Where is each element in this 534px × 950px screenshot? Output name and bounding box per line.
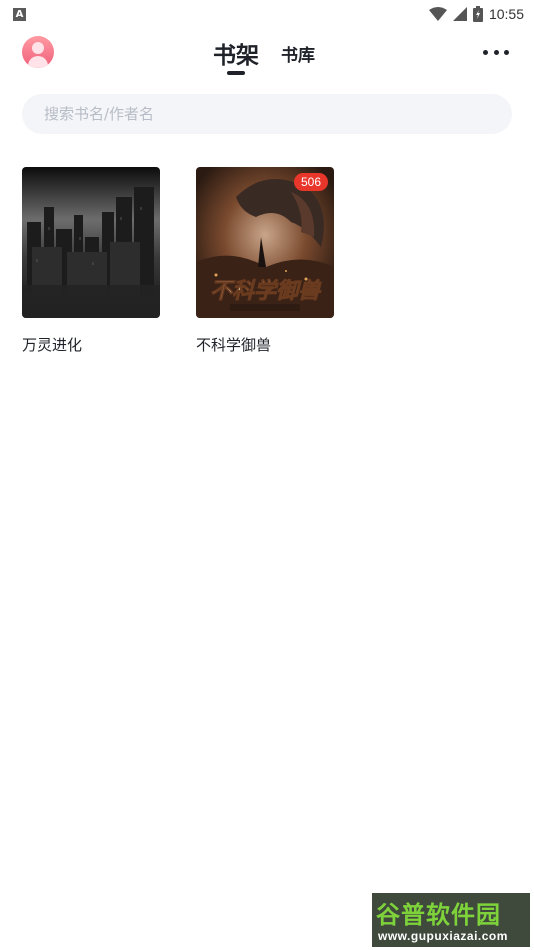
status-indicators: 10:55 [428, 4, 524, 24]
active-tab-indicator [227, 71, 245, 75]
book-cover-image [22, 167, 160, 318]
notification-icon: A [13, 8, 26, 21]
wifi-icon [428, 7, 447, 21]
book-cover[interactable] [22, 167, 160, 318]
search-bar[interactable] [22, 94, 512, 134]
top-header: 书架 书库 [0, 28, 534, 84]
battery-charging-icon [472, 6, 483, 22]
more-dot [493, 49, 499, 55]
book-cover[interactable]: 不科学御兽 506 [196, 167, 334, 318]
avatar[interactable] [22, 36, 54, 68]
tab-bookshelf[interactable]: 书架 [213, 36, 259, 70]
avatar-body-shape [28, 56, 48, 68]
status-bar: A 10:55 [0, 0, 534, 28]
svg-text:不科学御兽: 不科学御兽 [210, 278, 322, 304]
watermark-url: www.gupuxiazai.com [378, 929, 508, 943]
book-title[interactable]: 万灵进化 [22, 334, 164, 355]
update-count-badge: 506 [293, 173, 328, 191]
cellular-signal-icon [452, 7, 467, 21]
site-watermark: 谷普软件园 www.gupuxiazai.com [372, 893, 530, 947]
book-item[interactable]: 万灵进化 [22, 167, 164, 355]
tab-library[interactable]: 书库 [281, 41, 315, 66]
more-dot [504, 49, 509, 55]
clock: 10:55 [488, 6, 524, 22]
more-dot [483, 49, 488, 55]
search-input[interactable] [44, 94, 484, 134]
more-options-icon[interactable] [483, 48, 509, 56]
book-item[interactable]: 不科学御兽 506 不科学御兽 [196, 167, 338, 355]
book-title[interactable]: 不科学御兽 [196, 334, 338, 355]
avatar-head-shape [32, 42, 44, 54]
watermark-title: 谷普软件园 [376, 901, 501, 929]
